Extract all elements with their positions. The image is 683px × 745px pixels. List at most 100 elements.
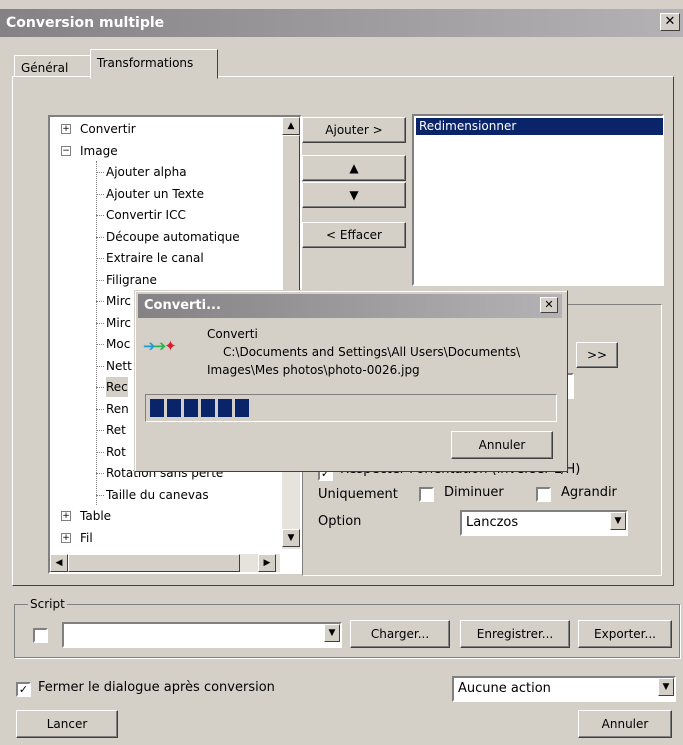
export-button[interactable]: Exporter... [578,620,672,648]
progress-status: Converti [207,327,258,341]
move-down-button[interactable]: ▼ [302,182,406,208]
tree-vertical-line [96,161,97,505]
remove-button[interactable]: < Effacer [302,222,406,248]
scroll-thumb-h[interactable] [68,554,240,572]
scroll-left-icon[interactable]: ◀ [50,554,68,572]
tree-item[interactable]: Mirc [106,291,131,311]
tree-item[interactable]: Extraire le canal [106,248,204,268]
tree-connector [96,236,104,238]
tree-connector [96,193,104,195]
tree-connector [96,430,104,431]
tree-item-label: Filigrane [106,272,157,287]
horizontal-scrollbar[interactable]: ◀ ▶ [50,554,280,572]
tree-item[interactable]: Image [80,141,118,161]
tree-item-label: Ajouter un Texte [106,186,205,201]
close-after-checkbox[interactable]: ✓ [16,682,31,697]
scroll-down-icon[interactable]: ▼ [282,529,300,547]
tree-item[interactable]: Filigrane [106,270,157,290]
expand-icon[interactable]: + [61,532,71,543]
tree-item[interactable]: Découpe automatique [106,227,240,247]
chevron-down-icon[interactable]: ▼ [658,678,674,696]
more-button[interactable]: >> [576,342,618,368]
convert-arrows-icon: ➔➔✦ [143,337,177,355]
progress-block [184,399,198,417]
tree-item-label: Ren [106,401,129,416]
progress-block [218,399,232,417]
scroll-up-icon[interactable]: ▲ [282,117,300,135]
tree-item-label: Fil [80,530,93,545]
title-bar: Conversion multiple ✕ [0,9,683,37]
progress-path-line1: C:\Documents and Settings\All Users\Docu… [223,345,521,359]
tab-label: Transformations [97,56,194,70]
tree-item[interactable]: Convertir [80,119,136,139]
tree-item[interactable]: Ajouter alpha [106,162,187,182]
add-button[interactable]: Ajouter > [302,117,406,143]
save-button[interactable]: Enregistrer... [460,620,570,648]
close-icon[interactable]: ✕ [660,13,680,31]
tree-item[interactable]: Taille du canevas [106,485,209,505]
tree-connector [96,215,104,216]
chevron-down-icon[interactable]: ▼ [324,624,340,642]
tree-item[interactable]: Ren [106,399,129,419]
selected-transformations-list[interactable]: Redimensionner [412,114,664,286]
tree-connector [96,279,104,281]
tree-item[interactable]: Ajouter un Texte [106,184,204,204]
progress-title: Converti... [144,298,221,313]
expand-icon[interactable]: + [61,124,71,134]
progress-block [235,399,249,417]
progress-path-line2: Images\Mes photos\photo-0026.jpg [207,363,420,377]
close-icon[interactable]: ✕ [540,297,558,313]
chevron-down-icon[interactable]: ▼ [610,512,626,530]
move-up-button[interactable]: ▲ [302,155,406,181]
script-label: Script [28,597,67,611]
script-checkbox[interactable] [33,628,48,643]
progress-block [150,399,164,417]
option-value: Lanczos [466,515,519,530]
tree-connector [96,322,104,324]
decrease-label: Diminuer [444,485,504,500]
tree-item-label: Taille du canevas [106,487,209,502]
tree-connector [96,473,104,474]
tree-connector [96,365,104,367]
load-button[interactable]: Charger... [350,620,450,648]
tree-item[interactable]: Rec [106,377,128,397]
tree-item-label: Mirc [106,294,131,308]
option-label: Option [318,514,362,529]
tree-item[interactable]: Convertir ICC [106,205,186,225]
tree-item[interactable]: Fil [80,528,93,548]
enlarge-checkbox[interactable] [536,487,551,502]
tree-item-label: Moc [106,337,131,351]
tree-item-label: Mirc [106,315,131,330]
collapse-icon[interactable]: − [61,145,71,156]
tree-connector [96,258,104,259]
scroll-right-icon[interactable]: ▶ [258,554,276,572]
script-select[interactable]: ▼ [62,622,342,648]
cancel-button[interactable]: Annuler [578,710,672,738]
option-select[interactable]: Lanczos ▼ [460,510,628,536]
tree-item-label: Rec [106,380,128,394]
tree-item-label: Image [80,143,118,158]
tree-item[interactable]: Nett [106,356,132,376]
tree-connector [96,172,104,173]
tree-item-label: Ajouter alpha [106,165,187,179]
progress-block [167,399,181,417]
tree-connector [96,451,104,453]
expand-icon[interactable]: + [61,511,71,521]
tab-transformations[interactable]: Transformations [90,49,218,79]
run-button[interactable]: Lancer [16,710,118,738]
window-title: Conversion multiple [6,15,165,31]
enlarge-label: Agrandir [561,485,617,500]
action-select[interactable]: Aucune action ▼ [452,676,676,702]
tree-connector [96,301,104,302]
decrease-checkbox[interactable] [419,487,434,502]
tab-general[interactable]: Général [14,55,92,77]
tree-item[interactable]: Table [80,506,111,526]
tree-item[interactable]: Ret [106,420,126,440]
progress-cancel-button[interactable]: Annuler [451,431,553,459]
tree-item[interactable]: Mirc [106,313,131,333]
progress-dialog: Converti... ✕ ➔➔✦ Converti C:\Documents … [134,290,568,472]
tree-item-label: Ret [106,423,126,437]
tree-item[interactable]: Rot [106,442,126,462]
list-item[interactable]: Redimensionner [416,118,663,135]
tree-item[interactable]: Moc [106,334,130,354]
